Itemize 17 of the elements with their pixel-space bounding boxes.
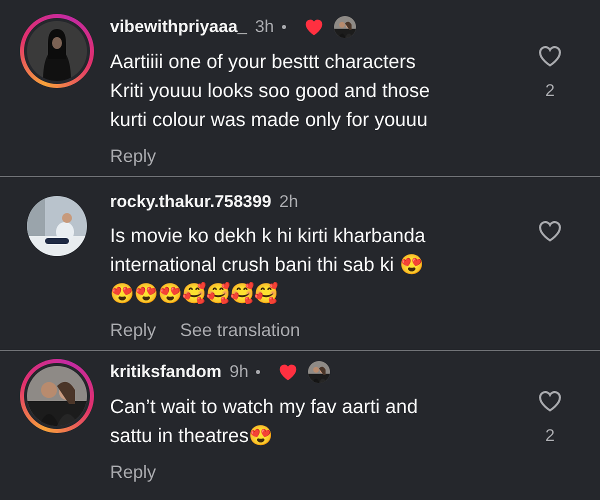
reply-button[interactable]: Reply	[110, 317, 156, 344]
translation-link[interactable]: See translation	[180, 317, 300, 344]
comment-time: 2h	[279, 190, 298, 212]
comment-text: Can’t wait to watch my fav aarti and sattu in theatres😍	[110, 394, 419, 448]
username[interactable]: kritiksfandom	[110, 359, 222, 384]
username[interactable]: vibewithpriyaaa_	[110, 14, 248, 40]
comment-time: 3h	[255, 16, 274, 38]
separator-dot	[256, 370, 260, 374]
reply-button[interactable]: Reply	[110, 142, 156, 170]
reply-button[interactable]: Reply	[110, 458, 156, 486]
comment-text: Aartiiii one of your besttt characters Kriti youuu looks soo good and those kurti colour was made only for youuu	[110, 50, 431, 132]
separator-dot	[282, 24, 286, 29]
username[interactable]: rocky.thakur.758399	[110, 188, 272, 214]
like-count: 2	[545, 425, 555, 447]
like-count: 2	[545, 80, 555, 102]
comment-text: Is movie ko dekh k hi kirti kharbanda international crush bani thi sab ki 😍 😍😍😍🥰🥰🥰🥰	[110, 224, 426, 307]
comment-time: 9h	[229, 361, 248, 383]
